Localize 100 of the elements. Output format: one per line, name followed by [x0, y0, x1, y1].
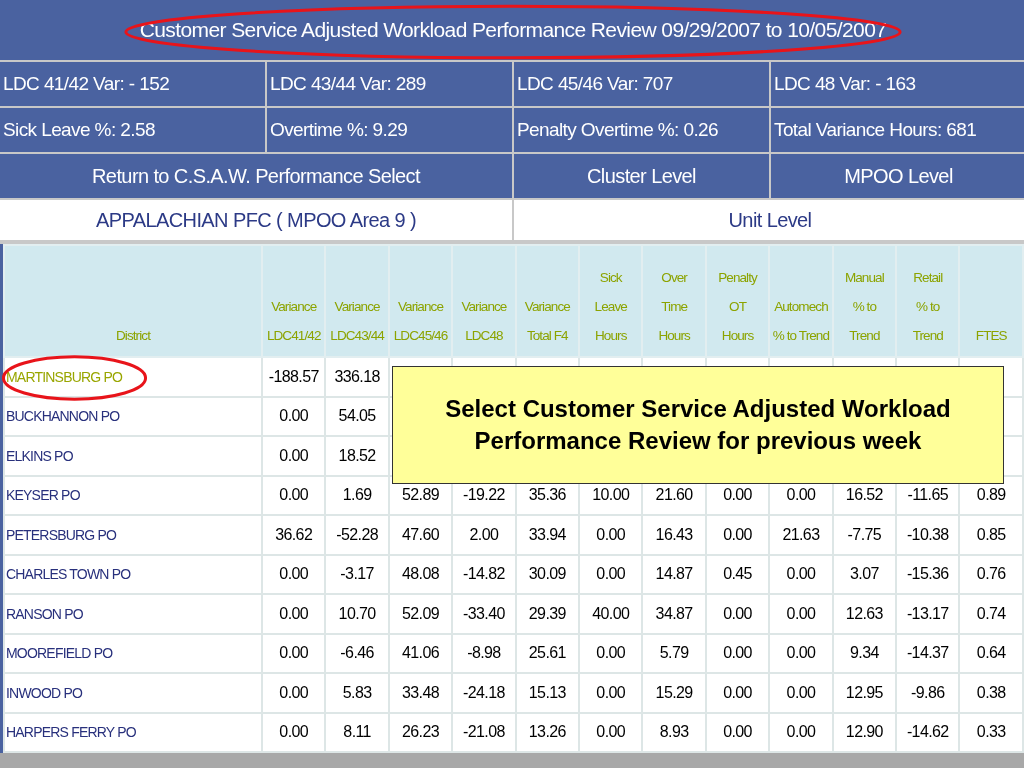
table-cell: 13.26 — [515, 712, 580, 752]
table-cell: 0.64 — [959, 633, 1023, 673]
table-cell: 0.74 — [959, 594, 1023, 634]
table-cell: 0.00 — [579, 633, 643, 673]
table-cell: 0.00 — [769, 712, 833, 752]
district-link[interactable]: INWOOD PO — [6, 684, 83, 701]
district-link[interactable]: BUCKHANNON PO — [6, 408, 120, 425]
summary-stat: LDC 45/46 Var: 707 — [514, 62, 769, 106]
table-cell: 29.39 — [515, 594, 580, 634]
summary-stat: Penalty Overtime %: 0.26 — [514, 108, 769, 152]
table-cell: 0.00 — [262, 633, 326, 673]
table-cell: -21.08 — [452, 712, 516, 752]
table-cell: -14.62 — [896, 712, 960, 752]
district-link[interactable]: MOOREFIELD PO — [6, 645, 113, 662]
table-cell: -24.18 — [452, 673, 516, 713]
table-cell: -9.86 — [896, 673, 960, 713]
table-cell: 0.76 — [959, 554, 1023, 594]
table-cell: -7.75 — [832, 515, 897, 555]
table-cell: 0.00 — [579, 712, 643, 752]
summary-stat: LDC 41/42 Var: - 152 — [0, 62, 265, 106]
table-cell: -33.40 — [452, 594, 516, 634]
table-cell: 48.08 — [388, 554, 453, 594]
table-cell: 34.87 — [642, 594, 706, 634]
table-cell: 0.00 — [262, 475, 326, 515]
column-header: FTES — [959, 245, 1023, 357]
table-cell: 52.09 — [388, 594, 453, 634]
table-cell: 3.07 — [832, 554, 897, 594]
column-header: Variance LDC48 — [452, 245, 516, 357]
summary-stat: Overtime %: 9.29 — [267, 108, 512, 152]
table-cell: 12.90 — [832, 712, 897, 752]
table-cell: 0.00 — [705, 594, 770, 634]
table-cell: 10.70 — [325, 594, 389, 634]
table-cell: -8.98 — [452, 633, 516, 673]
column-header: Automech % to Trend — [769, 245, 833, 357]
table-cell: 0.00 — [262, 712, 326, 752]
table-cell: 16.43 — [642, 515, 706, 555]
table-cell: 0.00 — [705, 712, 770, 752]
column-header: Variance Total F4 — [515, 245, 580, 357]
column-header: Manual % to Trend — [832, 245, 897, 357]
area-label: APPALACHIAN PFC ( MPOO Area 9 ) — [0, 200, 512, 240]
table-cell: 41.06 — [388, 633, 453, 673]
table-cell: 0.00 — [769, 673, 833, 713]
table-cell: 8.93 — [642, 712, 706, 752]
table-cell: 25.61 — [515, 633, 580, 673]
table-cell: 15.29 — [642, 673, 706, 713]
unit-level-link[interactable]: Unit Level — [514, 200, 1024, 240]
table-cell: 5.79 — [642, 633, 706, 673]
table-cell: 1.69 — [325, 475, 389, 515]
table-cell: 12.63 — [832, 594, 897, 634]
table-cell: -188.57 — [262, 357, 326, 397]
table-cell: 54.05 — [325, 396, 389, 436]
table-cell: 0.00 — [579, 515, 643, 555]
table-cell: 18.52 — [325, 436, 389, 476]
nav-link[interactable]: Cluster Level — [514, 154, 769, 198]
nav-link[interactable]: MPOO Level — [771, 154, 1024, 198]
table-cell: 0.00 — [262, 554, 326, 594]
table-cell: -14.82 — [452, 554, 516, 594]
table-cell: 5.83 — [325, 673, 389, 713]
table-cell: -10.38 — [896, 515, 960, 555]
table-cell: 0.00 — [705, 673, 770, 713]
table-cell: 0.00 — [705, 633, 770, 673]
table-cell: -6.46 — [325, 633, 389, 673]
table-cell: -3.17 — [325, 554, 389, 594]
table-cell: 47.60 — [388, 515, 453, 555]
column-header: Over Time Hours — [642, 245, 706, 357]
table-cell: 0.00 — [262, 594, 326, 634]
table-cell: 0.00 — [769, 554, 833, 594]
table-cell: 0.00 — [579, 673, 643, 713]
table-cell: 33.94 — [515, 515, 580, 555]
table-cell: -52.28 — [325, 515, 389, 555]
district-link[interactable]: ELKINS PO — [6, 447, 73, 464]
district-link[interactable]: KEYSER PO — [6, 487, 80, 504]
table-cell: 12.95 — [832, 673, 897, 713]
table-cell: 2.00 — [452, 515, 516, 555]
column-header: Variance LDC45/46 — [388, 245, 453, 357]
table-cell: -15.36 — [896, 554, 960, 594]
table-cell: 0.00 — [705, 515, 770, 555]
table-cell: 33.48 — [388, 673, 453, 713]
table-cell: 40.00 — [579, 594, 643, 634]
summary-stat: Sick Leave %: 2.58 — [0, 108, 265, 152]
column-header: Penalty OT Hours — [705, 245, 770, 357]
table-cell: 0.00 — [262, 436, 326, 476]
column-header: District — [4, 245, 262, 357]
table-cell: 0.00 — [262, 396, 326, 436]
table-cell: 0.85 — [959, 515, 1023, 555]
table-cell: 0.33 — [959, 712, 1023, 752]
table-cell: -13.17 — [896, 594, 960, 634]
table-cell: 0.45 — [705, 554, 770, 594]
summary-stat: LDC 43/44 Var: 289 — [267, 62, 512, 106]
district-link[interactable]: PETERSBURG PO — [6, 526, 117, 543]
column-header: Variance LDC41/42 — [262, 245, 326, 357]
column-header: Variance LDC43/44 — [325, 245, 389, 357]
callout-note: Select Customer Service Adjusted Workload Performance Review for previous week — [392, 366, 1004, 484]
table-cell: 14.87 — [642, 554, 706, 594]
column-header: Sick Leave Hours — [579, 245, 643, 357]
district-link[interactable]: RANSON PO — [6, 605, 83, 622]
nav-link[interactable]: Return to C.S.A.W. Performance Select — [0, 154, 512, 198]
page-title: Customer Service Adjusted Workload Performance Review 09/29/2007 to 10/05/2007 — [0, 0, 1024, 60]
table-cell: 336.18 — [325, 357, 389, 397]
table-cell: 15.13 — [515, 673, 580, 713]
